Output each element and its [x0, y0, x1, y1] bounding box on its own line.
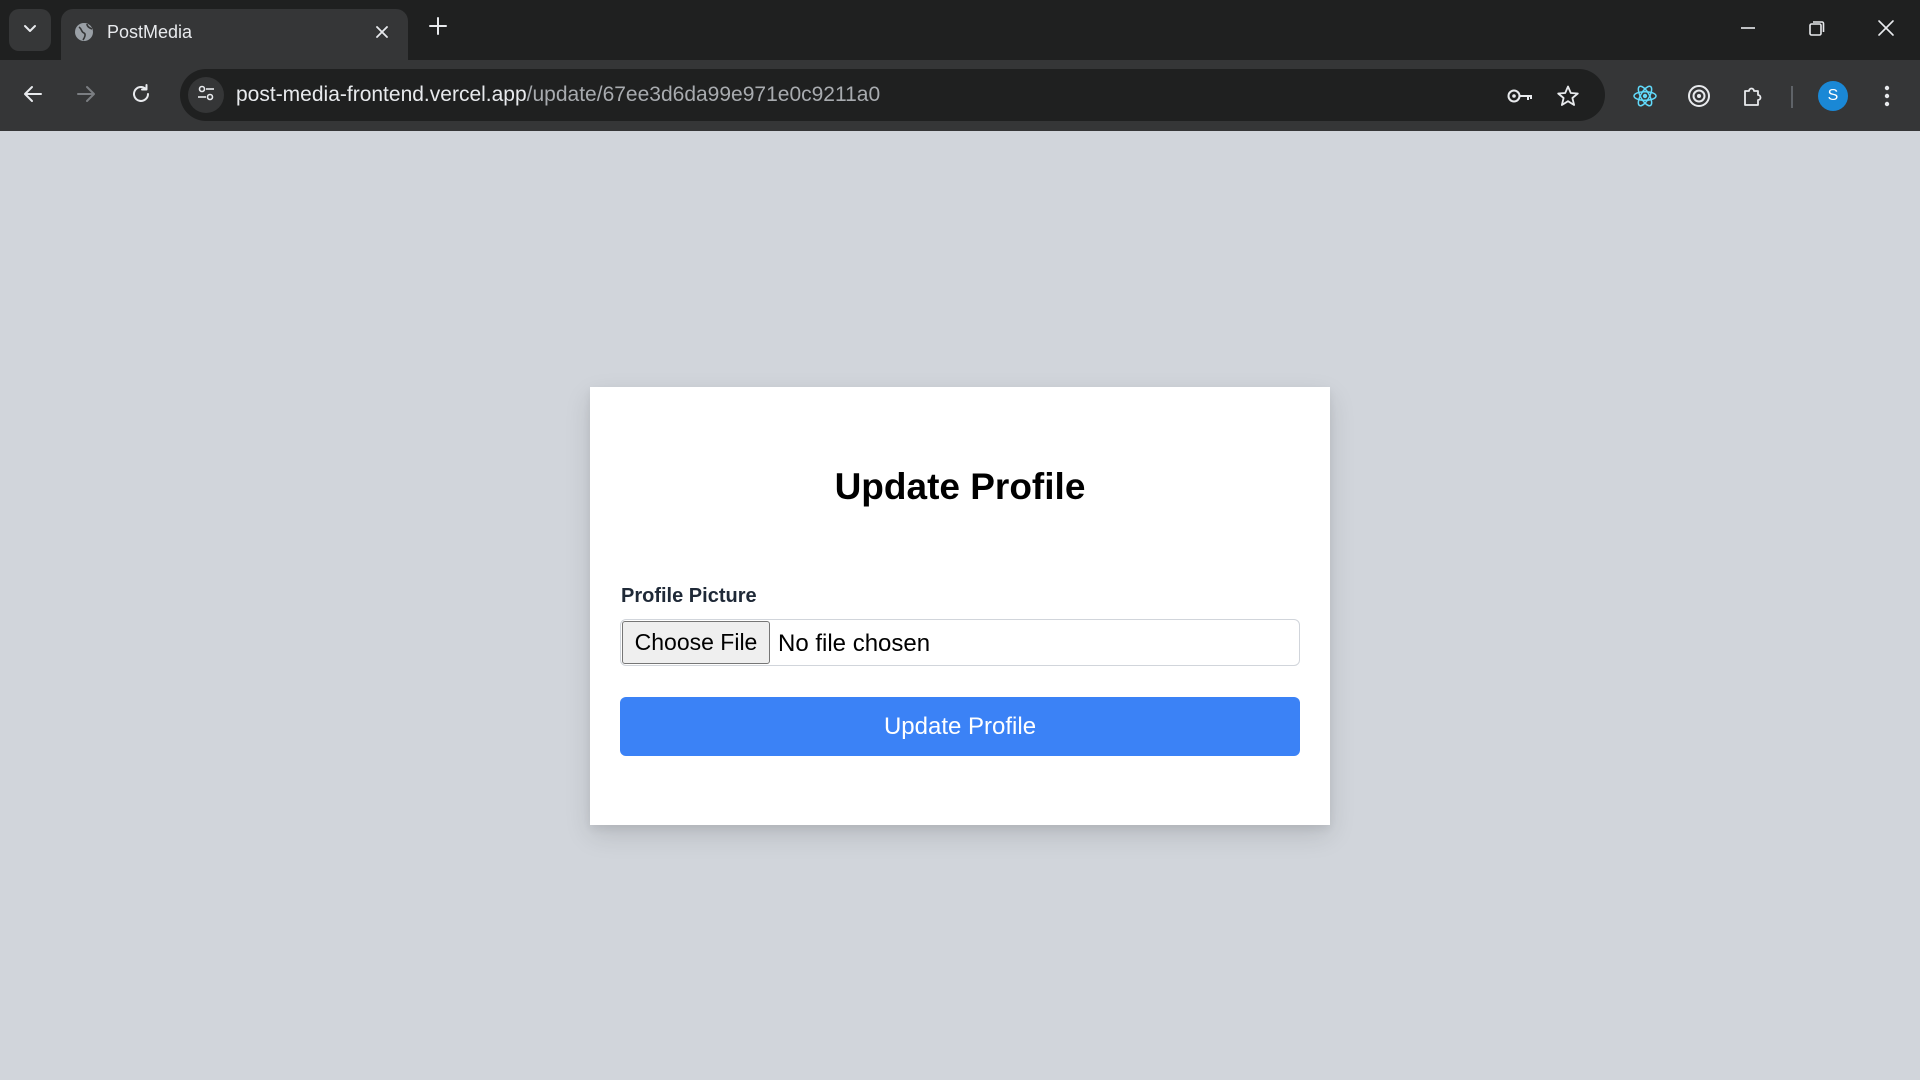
close-tab-icon[interactable] — [369, 19, 395, 45]
react-devtools-icon[interactable] — [1629, 80, 1661, 112]
minimize-button[interactable] — [1726, 8, 1770, 52]
target-extension-icon[interactable] — [1683, 80, 1715, 112]
reload-button[interactable] — [121, 76, 161, 116]
arrow-right-icon — [75, 83, 97, 110]
browser-tab-strip: PostMedia — [0, 0, 1920, 60]
close-icon — [1877, 19, 1895, 42]
restore-button[interactable] — [1795, 8, 1839, 52]
address-bar[interactable]: post-media-frontend.vercel.app/update/67… — [180, 69, 1605, 121]
site-info-button[interactable] — [188, 77, 224, 113]
profile-picture-label: Profile Picture — [621, 585, 757, 607]
browser-tab[interactable]: PostMedia — [61, 9, 408, 60]
url-text[interactable]: post-media-frontend.vercel.app/update/67… — [236, 83, 880, 107]
tune-icon — [196, 83, 216, 108]
page-title: Update Profile — [834, 466, 1086, 507]
arrow-left-icon — [22, 83, 44, 110]
chevron-down-icon — [21, 19, 39, 42]
minimize-icon — [1739, 19, 1757, 42]
extensions-puzzle-icon[interactable] — [1737, 80, 1769, 112]
reload-icon — [130, 83, 152, 110]
tab-title: PostMedia — [107, 22, 193, 42]
back-button[interactable] — [13, 76, 53, 116]
update-profile-card: Update Profile Profile Picture Choose Fi… — [590, 387, 1330, 825]
forward-button[interactable] — [66, 76, 106, 116]
toolbar-divider — [1791, 86, 1793, 108]
profile-picture-file-input[interactable]: Choose File No file chosen — [620, 619, 1300, 666]
plus-icon — [428, 16, 448, 41]
password-key-icon[interactable] — [1505, 81, 1535, 111]
update-profile-button[interactable]: Update Profile — [620, 697, 1300, 756]
browser-toolbar: post-media-frontend.vercel.app/update/67… — [0, 60, 1920, 131]
profile-avatar[interactable]: S — [1818, 81, 1848, 111]
close-window-button[interactable] — [1864, 8, 1908, 52]
restore-icon — [1808, 19, 1826, 42]
url-path: /update/67ee3d6da99e971e0c9211a0 — [526, 83, 881, 106]
new-tab-button[interactable] — [424, 14, 452, 42]
menu-kebab-icon[interactable] — [1871, 80, 1903, 112]
url-host: post-media-frontend.vercel.app — [236, 83, 527, 106]
star-icon[interactable] — [1553, 81, 1583, 111]
tab-search-button[interactable] — [9, 9, 51, 51]
choose-file-button[interactable]: Choose File — [622, 621, 770, 664]
globe-icon — [73, 21, 95, 43]
page-viewport: Update Profile Profile Picture Choose Fi… — [0, 131, 1920, 1080]
file-status-text: No file chosen — [778, 630, 931, 657]
